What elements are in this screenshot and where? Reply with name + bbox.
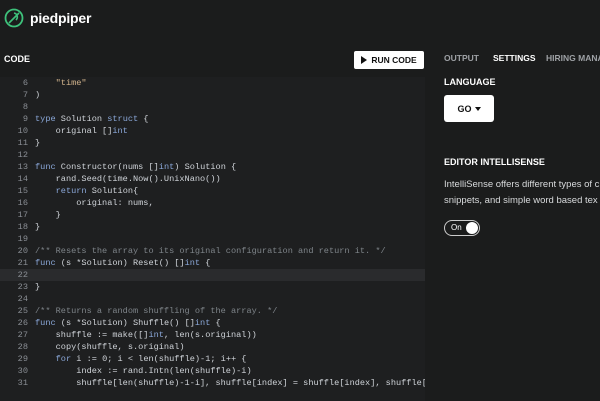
line-number: 22 <box>17 270 28 280</box>
line-number: 28 <box>17 342 28 352</box>
code-line[interactable]: 14 rand.Seed(time.Now().UnixNano()) <box>0 173 425 185</box>
brand-name: piedpiper <box>30 10 92 26</box>
code-text: original []int <box>35 126 128 136</box>
code-text: return Solution{ <box>55 186 139 196</box>
code-text: original: nums, <box>35 198 154 208</box>
code-line[interactable]: 7) <box>0 89 425 101</box>
code-line[interactable]: 18} <box>0 221 425 233</box>
line-number: 23 <box>17 282 28 292</box>
code-line[interactable]: 19 <box>0 233 425 245</box>
code-text: } <box>35 138 41 148</box>
code-line[interactable]: 25 /** Returns a random shuffling of the … <box>0 305 425 317</box>
code-line[interactable]: 6 "time" <box>0 77 425 89</box>
code-text: for i := 0; i < len(shuffle)-1; i++ { <box>55 354 247 364</box>
toggle-knob <box>466 222 478 234</box>
code-line[interactable]: 11} <box>0 137 425 149</box>
line-number: 8 <box>22 102 28 112</box>
tab-settings[interactable]: SETTINGS <box>493 53 536 63</box>
line-number: 12 <box>17 150 28 160</box>
line-number: 21 <box>17 258 28 268</box>
run-code-label: RUN CODE <box>371 55 417 65</box>
code-line[interactable]: 17 } <box>0 209 425 221</box>
code-line[interactable]: 8 <box>0 101 425 113</box>
code-line[interactable]: 10 original []int <box>0 125 425 137</box>
code-line[interactable]: 15 return Solution{ <box>0 185 425 197</box>
code-text: index := rand.Intn(len(shuffle)-i) <box>35 366 252 376</box>
code-section-label: CODE <box>4 54 31 64</box>
code-line[interactable]: 12 <box>0 149 425 161</box>
line-number: 15 <box>17 186 28 196</box>
code-line[interactable]: 26 func (s *Solution) Shuffle() []int { <box>0 317 425 329</box>
code-text: shuffle := make([]int, len(s.original)) <box>35 330 257 340</box>
code-line[interactable]: 22 <box>0 269 425 281</box>
line-number: 14 <box>17 174 28 184</box>
line-number: 10 <box>17 126 28 136</box>
code-text: } <box>35 282 41 292</box>
code-text: func (s *Solution) Shuffle() []int { <box>35 318 221 328</box>
code-line[interactable]: 30 index := rand.Intn(len(shuffle)-i) <box>0 365 425 377</box>
line-number: 31 <box>17 378 28 388</box>
top-bar: piedpiper <box>0 0 600 40</box>
code-editor[interactable]: 6 "time" 7) 8 9 type Solution struct {10 ori… <box>0 77 425 401</box>
code-text: "time" <box>55 78 87 88</box>
code-text: func Constructor(nums []int) Solution { <box>35 162 237 172</box>
language-value: GO <box>457 103 472 114</box>
line-number: 27 <box>17 330 28 340</box>
code-line[interactable]: 13 func Constructor(nums []int) Solution … <box>0 161 425 173</box>
tab-output[interactable]: OUTPUT <box>444 53 479 63</box>
line-number: 20 <box>17 246 28 256</box>
code-text: shuffle[len(shuffle)-1-i], shuffle[index… <box>35 378 425 388</box>
code-text: } <box>35 210 61 220</box>
code-text: /** Returns a random shuffling of the ar… <box>35 306 278 316</box>
intellisense-desc-line: IntelliSense offers different types of c <box>444 179 600 190</box>
code-line[interactable]: 21 func (s *Solution) Reset() []int { <box>0 257 425 269</box>
line-number: 18 <box>17 222 28 232</box>
line-number: 16 <box>17 198 28 208</box>
code-text: } <box>35 222 41 232</box>
code-line[interactable]: 29 for i := 0; i < len(shuffle)-1; i++ { <box>0 353 425 365</box>
run-code-button[interactable]: RUN CODE <box>354 51 424 69</box>
code-text: ) <box>35 90 41 100</box>
code-text: copy(shuffle, s.original) <box>35 342 185 352</box>
language-select[interactable]: GO <box>444 95 494 122</box>
line-number: 9 <box>22 114 28 124</box>
line-number: 30 <box>17 366 28 376</box>
code-text: rand.Seed(time.Now().UnixNano()) <box>35 174 221 184</box>
line-number: 7 <box>22 90 28 100</box>
code-line[interactable]: 9 type Solution struct { <box>0 113 425 125</box>
line-number: 17 <box>17 210 28 220</box>
line-number: 24 <box>17 294 28 304</box>
play-icon <box>361 56 368 64</box>
caret-down-icon <box>474 106 481 111</box>
line-number: 25 <box>17 306 28 316</box>
code-line[interactable]: 24 <box>0 293 425 305</box>
code-line[interactable]: 28 copy(shuffle, s.original) <box>0 341 425 353</box>
code-line[interactable]: 23} <box>0 281 425 293</box>
intellisense-desc-line: snippets, and simple word based tex <box>444 195 598 206</box>
line-number: 26 <box>17 318 28 328</box>
line-number: 6 <box>22 78 28 88</box>
language-title: LANGUAGE <box>444 77 496 87</box>
piedpiper-logo-icon <box>4 8 24 28</box>
intellisense-description: IntelliSense offers different types of c… <box>444 177 600 209</box>
code-text: type Solution struct { <box>35 114 149 124</box>
intellisense-title: EDITOR INTELLISENSE <box>444 157 545 167</box>
line-number: 11 <box>17 138 28 148</box>
tab-hiring-manager[interactable]: HIRING MANAG <box>546 53 600 63</box>
toggle-label: On <box>451 223 462 232</box>
line-number: 13 <box>17 162 28 172</box>
line-number: 29 <box>17 354 28 364</box>
code-text: /** Resets the array to its original con… <box>35 246 386 256</box>
code-text: func (s *Solution) Reset() []int { <box>35 258 211 268</box>
code-line[interactable]: 27 shuffle := make([]int, len(s.original… <box>0 329 425 341</box>
line-number: 19 <box>17 234 28 244</box>
code-line[interactable]: 16 original: nums, <box>0 197 425 209</box>
intellisense-toggle[interactable]: On <box>444 220 480 236</box>
code-line[interactable]: 31 shuffle[len(shuffle)-1-i], shuffle[in… <box>0 377 425 389</box>
code-line[interactable]: 20 /** Resets the array to its original c… <box>0 245 425 257</box>
